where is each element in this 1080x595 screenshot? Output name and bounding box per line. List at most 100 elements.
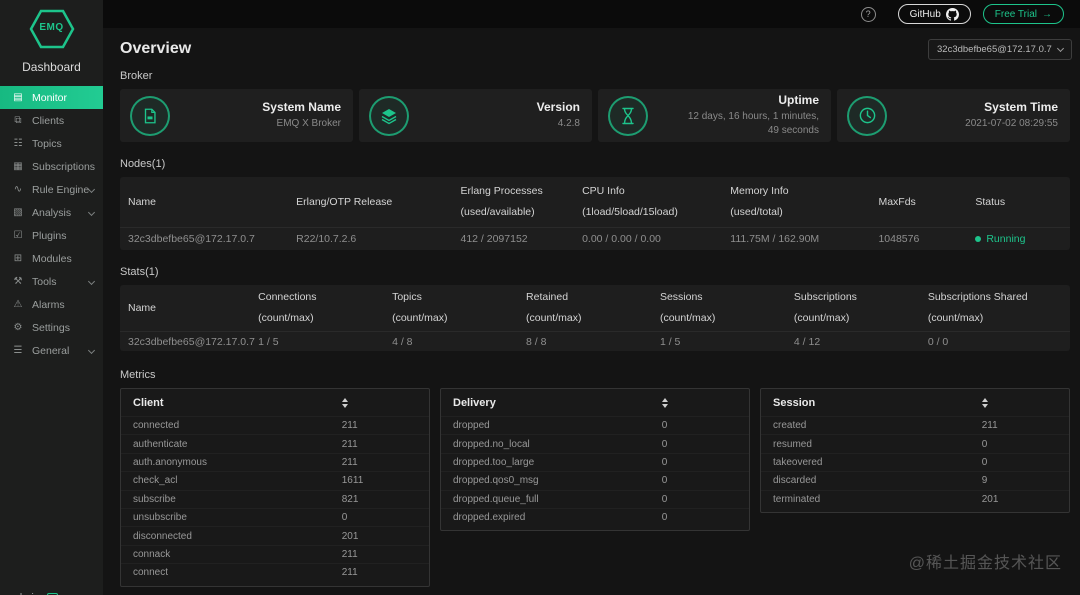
arrow-right-icon: → xyxy=(1042,8,1052,20)
sidebar-item-subscriptions[interactable]: ▦ Subscriptions xyxy=(0,155,103,178)
sidebar-item-settings[interactable]: ⚙ Settings xyxy=(0,316,103,339)
layers-icon xyxy=(369,95,409,136)
sort-icon[interactable] xyxy=(981,397,988,408)
stats-table-row: 32c3dbefbe65@172.17.0.7 1 / 5 4 / 8 8 / … xyxy=(120,331,1070,351)
card-value: 2021-07-02 08:29:55 xyxy=(965,118,1058,129)
metric-row: connect 211 xyxy=(121,563,429,581)
emq-logo-text: EMQ xyxy=(39,22,64,33)
metric-row: unsubscribe 0 xyxy=(121,508,429,526)
content: Broker System Name EMQ X Broker Version … xyxy=(103,70,1080,587)
metric-row: authenticate 211 xyxy=(121,434,429,452)
node-select-value: 32c3dbefbe65@172.17.0.7 xyxy=(937,43,1052,55)
card-title: System Name xyxy=(262,100,341,114)
clients-icon: ⧉ xyxy=(14,115,22,126)
node-select[interactable]: 32c3dbefbe65@172.17.0.7 xyxy=(928,38,1072,60)
metric-row: connected 211 xyxy=(121,416,429,434)
card-title: Version xyxy=(536,100,580,114)
chevron-down-icon xyxy=(87,277,96,286)
subscriptions-icon: ▦ xyxy=(13,161,23,172)
metric-row: dropped.queue_full 0 xyxy=(441,490,749,508)
session-metrics-table: Session created 211 resumed 0 takeovered 0 … xyxy=(760,388,1070,513)
broker-cards: System Name EMQ X Broker Version 4.2.8 U… xyxy=(120,89,1070,142)
sort-icon[interactable] xyxy=(341,397,348,408)
metric-row: dropped.no_local 0 xyxy=(441,434,749,452)
free-trial-button[interactable]: Free Trial → xyxy=(982,4,1064,24)
version-card: Version 4.2.8 xyxy=(359,89,592,142)
metric-row: takeovered 0 xyxy=(761,453,1069,471)
client-metrics-header: Client xyxy=(121,389,429,416)
plugins-icon: ☑ xyxy=(13,230,23,241)
nodes-table-header: Name Erlang/OTP Release Erlang Processes… xyxy=(128,185,1006,218)
free-trial-label: Free Trial xyxy=(994,8,1037,20)
clock-icon xyxy=(847,95,887,136)
page-title: Overview xyxy=(120,40,192,57)
metric-row: resumed 0 xyxy=(761,434,1069,452)
topbar: ? GitHub Free Trial → xyxy=(103,0,1080,28)
card-title: System Time xyxy=(984,100,1058,114)
metric-row: disconnected 201 xyxy=(121,526,429,544)
analysis-icon: ▧ xyxy=(13,207,23,218)
rule-engine-icon: ∿ xyxy=(13,184,23,195)
sidebar-menu: ▤ Monitor ⧉ Clients ☷ Topics ▦ Subscript… xyxy=(0,86,103,362)
metric-row: dropped 0 xyxy=(441,416,749,434)
uptime-card: Uptime 12 days, 16 hours, 1 minutes, 49 … xyxy=(598,89,831,142)
sort-icon[interactable] xyxy=(661,397,668,408)
metric-row: dropped.qos0_msg 0 xyxy=(441,471,749,489)
sidebar-item-analysis[interactable]: ▧ Analysis xyxy=(0,201,103,224)
settings-icon: ⚙ xyxy=(13,322,23,333)
github-icon xyxy=(945,7,959,21)
sidebar-item-tools[interactable]: ⚒ Tools xyxy=(0,270,103,293)
github-button-label: GitHub xyxy=(909,8,941,20)
sidebar-item-plugins[interactable]: ☑ Plugins xyxy=(0,224,103,247)
tools-icon: ⚒ xyxy=(13,276,23,287)
card-value: 4.2.8 xyxy=(557,118,580,129)
sidebar: EMQ Dashboard ▤ Monitor ⧉ Clients ☷ Topi… xyxy=(0,0,103,595)
delivery-metrics-table: Delivery dropped 0 dropped.no_local 0 drop… xyxy=(440,388,750,532)
nodes-table: Name Erlang/OTP Release Erlang Processes… xyxy=(120,177,1070,250)
card-title: Uptime xyxy=(778,93,819,107)
sidebar-item-alarms[interactable]: ⚠ Alarms xyxy=(0,293,103,316)
topics-icon: ☷ xyxy=(13,138,23,149)
metrics-section-title: Metrics xyxy=(120,369,156,381)
sidebar-item-modules[interactable]: ⊞ Modules xyxy=(0,247,103,270)
chevron-down-icon xyxy=(1056,44,1065,52)
stats-table: Name Connections (count/max) Topics (count… xyxy=(120,285,1070,351)
main-area: ? GitHub Free Trial → Overview 32c3dbefb… xyxy=(103,0,1080,595)
hourglass-icon xyxy=(608,95,648,136)
client-metrics-table: Client connected 211 authenticate 211 auth… xyxy=(120,388,430,587)
stats-section-title: Stats(1) xyxy=(120,266,159,278)
github-button[interactable]: GitHub xyxy=(897,4,971,24)
chevron-down-icon xyxy=(87,208,96,217)
metric-row: dropped.expired 0 xyxy=(441,508,749,526)
stats-table-header: Name Connections (count/max) Topics (count… xyxy=(128,291,1028,324)
system-name-card: System Name EMQ X Broker xyxy=(120,89,353,142)
metric-row: discarded 9 xyxy=(761,471,1069,489)
metrics-tables: Client connected 211 authenticate 211 auth… xyxy=(120,388,1070,587)
metric-row: terminated 201 xyxy=(761,490,1069,508)
emq-logo: EMQ xyxy=(0,8,103,56)
metric-row: created 211 xyxy=(761,416,1069,434)
page-header: Overview 32c3dbefbe65@172.17.0.7 xyxy=(103,28,1080,70)
document-icon xyxy=(130,95,170,136)
sidebar-item-topics[interactable]: ☷ Topics xyxy=(0,132,103,155)
session-metrics-header: Session xyxy=(761,389,1069,416)
card-value: 12 days, 16 hours, 1 minutes, 49 seconds xyxy=(687,111,819,136)
delivery-metrics-header: Delivery xyxy=(441,389,749,416)
help-icon[interactable]: ? xyxy=(860,6,876,22)
sidebar-item-rule-engine[interactable]: ∿ Rule Engine xyxy=(0,178,103,201)
metric-row: subscribe 821 xyxy=(121,490,429,508)
sidebar-item-general[interactable]: ☰ General xyxy=(0,339,103,362)
metric-row: dropped.too_large 0 xyxy=(441,453,749,471)
chevron-down-icon xyxy=(87,346,96,355)
metric-row: connack 211 xyxy=(121,545,429,563)
status-dot-icon xyxy=(975,236,982,242)
status-badge: Running xyxy=(967,233,1070,245)
metric-row: check_acl 1611 xyxy=(121,471,429,489)
sidebar-item-clients[interactable]: ⧉ Clients xyxy=(0,109,103,132)
sidebar-item-monitor[interactable]: ▤ Monitor xyxy=(0,86,103,109)
alarms-icon: ⚠ xyxy=(13,299,23,310)
app-name: Dashboard xyxy=(22,60,81,74)
emqx-dashboard: EMQ Dashboard ▤ Monitor ⧉ Clients ☷ Topi… xyxy=(0,0,1080,595)
metric-row: auth.anonymous 211 xyxy=(121,453,429,471)
general-icon: ☰ xyxy=(13,345,23,356)
